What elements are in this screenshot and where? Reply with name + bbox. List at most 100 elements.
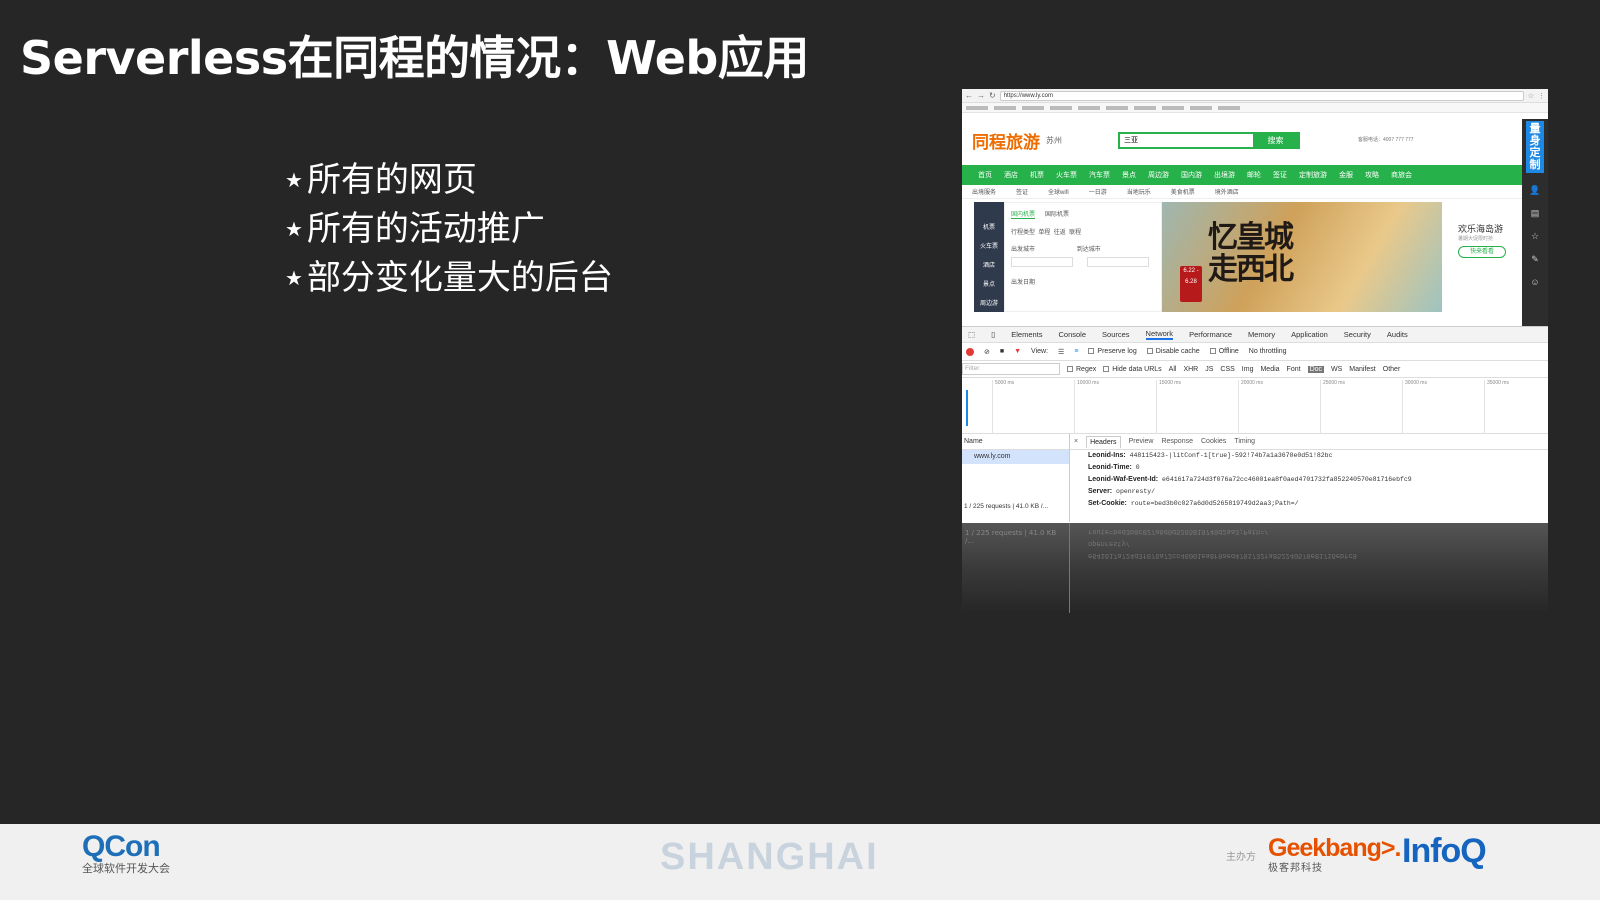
site-nav-item[interactable]: 商旅会 (1391, 170, 1412, 180)
clear-icon[interactable]: ⊘ (984, 348, 990, 356)
order-icon[interactable]: ▤ (1522, 208, 1548, 219)
tab-domestic-flight[interactable]: 国内机票 (1011, 209, 1036, 219)
filter-type-button[interactable]: WS (1331, 366, 1342, 373)
service-icon[interactable]: ☺ (1522, 277, 1548, 287)
site-search-input[interactable] (1120, 133, 1253, 147)
devtools-tab[interactable]: Console (1059, 330, 1087, 339)
site-nav-item[interactable]: 酒店 (1004, 170, 1018, 180)
devtools-tab[interactable]: Network (1145, 329, 1174, 340)
preserve-log-checkbox[interactable]: Preserve log (1088, 348, 1137, 355)
arrive-city-field[interactable] (1086, 257, 1149, 267)
address-bar[interactable]: https://www.ly.com (999, 90, 1524, 101)
request-list-header[interactable]: Name (962, 434, 1069, 450)
filter-icon[interactable]: ▼ (1014, 348, 1021, 355)
site-nav-item[interactable]: 出境游 (1214, 170, 1235, 180)
detail-tab[interactable]: Cookies (1201, 438, 1226, 445)
promo-button[interactable]: 快来看看 (1458, 246, 1506, 258)
site-nav-item[interactable]: 攻略 (1365, 170, 1379, 180)
filter-type-button[interactable]: Doc (1307, 365, 1325, 373)
filter-type-button[interactable]: Manifest (1349, 366, 1375, 373)
request-row[interactable]: www.ly.com (962, 450, 1069, 464)
offline-checkbox[interactable]: Offline (1209, 348, 1239, 355)
site-subnav-item[interactable]: 境外酒店 (1215, 187, 1239, 196)
site-nav-item[interactable]: 首页 (978, 170, 992, 180)
list-view-icon[interactable]: ☰ (1058, 348, 1064, 356)
site-search-button[interactable]: 搜索 (1253, 133, 1298, 147)
timeline-tick: 25000 ms (1320, 380, 1345, 434)
custom-tour-button[interactable]: 量身定制 (1526, 121, 1544, 173)
trip-type-multi[interactable]: 联程 (1069, 230, 1081, 236)
filter-type-button[interactable]: CSS (1220, 366, 1234, 373)
side-menu-item[interactable]: 周边游 (980, 298, 998, 307)
detail-tab[interactable]: Response (1161, 438, 1193, 445)
tab-intl-flight[interactable]: 国际机票 (1045, 209, 1069, 219)
site-subnav-item[interactable]: 一日游 (1089, 187, 1107, 196)
city-selector[interactable]: 苏州 (1046, 135, 1062, 146)
devtools-tab[interactable]: Sources (1102, 330, 1130, 339)
record-icon[interactable] (966, 347, 974, 356)
device-icon[interactable]: ▯ (991, 330, 995, 339)
site-nav-item[interactable]: 景点 (1122, 170, 1136, 180)
network-timeline: 5000 ms 10000 ms 15000 ms 20000 ms 25000 ms 3… (962, 378, 1548, 434)
regex-checkbox[interactable]: Regex (1067, 366, 1096, 373)
side-menu-item[interactable]: 机票 (983, 222, 995, 231)
site-logo[interactable]: 同程旅游 (972, 128, 1040, 153)
menu-icon[interactable]: ⋮ (1538, 92, 1545, 100)
favorite-icon[interactable]: ☆ (1522, 231, 1548, 242)
detail-tab[interactable]: Preview (1129, 438, 1154, 445)
filter-type-button[interactable]: JS (1205, 366, 1213, 373)
site-nav-item[interactable]: 周边游 (1148, 170, 1169, 180)
site-nav-item[interactable]: 国内游 (1181, 170, 1202, 180)
edit-icon[interactable]: ✎ (1522, 254, 1548, 265)
devtools-tab[interactable]: Memory (1248, 330, 1275, 339)
close-icon[interactable]: × (1074, 438, 1078, 445)
filter-type-button[interactable]: Font (1287, 366, 1301, 373)
trip-type-oneway[interactable]: 单程 (1038, 230, 1050, 236)
bullet-item: ★ 所有的网页 (285, 155, 613, 204)
site-nav-item[interactable]: 机票 (1030, 170, 1044, 180)
site-subnav-item[interactable]: 签证 (1016, 187, 1028, 196)
devtools-tab[interactable]: Application (1291, 330, 1328, 339)
date-label: 出发日期 (1011, 280, 1036, 286)
bookmark-star-icon[interactable]: ☆ (1528, 92, 1534, 100)
devtools-tab[interactable]: Audits (1387, 330, 1408, 339)
site-nav-item[interactable]: 邮轮 (1247, 170, 1261, 180)
reload-icon[interactable]: ↻ (989, 91, 996, 100)
filter-type-button[interactable]: Img (1242, 366, 1254, 373)
promo-sub: 暑期大促限时抢 (1458, 236, 1494, 242)
site-subnav-item[interactable]: 出境服务 (972, 187, 996, 196)
user-icon[interactable]: 👤 (1522, 185, 1548, 196)
waterfall-icon[interactable]: ≡ (1074, 348, 1078, 355)
detail-tab[interactable]: Timing (1234, 438, 1255, 445)
filter-type-button[interactable]: XHR (1183, 366, 1198, 373)
detail-tab[interactable]: Headers (1086, 435, 1121, 448)
trip-type-return[interactable]: 往返 (1054, 230, 1066, 236)
inspect-icon[interactable]: ⬚ (968, 330, 975, 339)
filter-type-button[interactable]: Other (1383, 366, 1401, 373)
devtools-tab[interactable]: Security (1344, 330, 1371, 339)
site-nav-item[interactable]: 定制旅游 (1299, 170, 1327, 180)
filter-type-button[interactable]: Media (1260, 366, 1279, 373)
filter-type-button[interactable]: All (1169, 366, 1177, 373)
side-menu-item[interactable]: 景点 (983, 279, 995, 288)
site-subnav-item[interactable]: 当地玩乐 (1127, 187, 1151, 196)
side-menu-item[interactable]: 酒店 (983, 260, 995, 269)
site-nav-item[interactable]: 火车票 (1056, 170, 1077, 180)
back-icon[interactable]: ← (965, 91, 973, 100)
site-nav-item[interactable]: 签证 (1273, 170, 1287, 180)
filter-input[interactable]: Filter (962, 363, 1060, 375)
forward-icon[interactable]: → (977, 91, 985, 100)
site-subnav-item[interactable]: 全球wifi (1048, 187, 1069, 196)
site-nav-item[interactable]: 金服 (1339, 170, 1353, 180)
site-nav-item[interactable]: 汽车票 (1089, 170, 1110, 180)
devtools-tab[interactable]: Elements (1011, 330, 1042, 339)
promo-banner[interactable]: 忆皇城 走西北 6.22 - 6.28 (1162, 202, 1442, 312)
side-menu-item[interactable]: 火车票 (980, 241, 998, 250)
hide-data-urls-checkbox[interactable]: Hide data URLs (1103, 366, 1162, 373)
disable-cache-checkbox[interactable]: Disable cache (1146, 348, 1200, 355)
throttling-select[interactable]: No throttling (1249, 348, 1287, 355)
devtools-tab[interactable]: Performance (1189, 330, 1232, 339)
camera-icon[interactable]: ■ (1000, 348, 1004, 355)
depart-city-field[interactable] (1011, 257, 1073, 267)
site-subnav-item[interactable]: 美食机票 (1171, 187, 1195, 196)
